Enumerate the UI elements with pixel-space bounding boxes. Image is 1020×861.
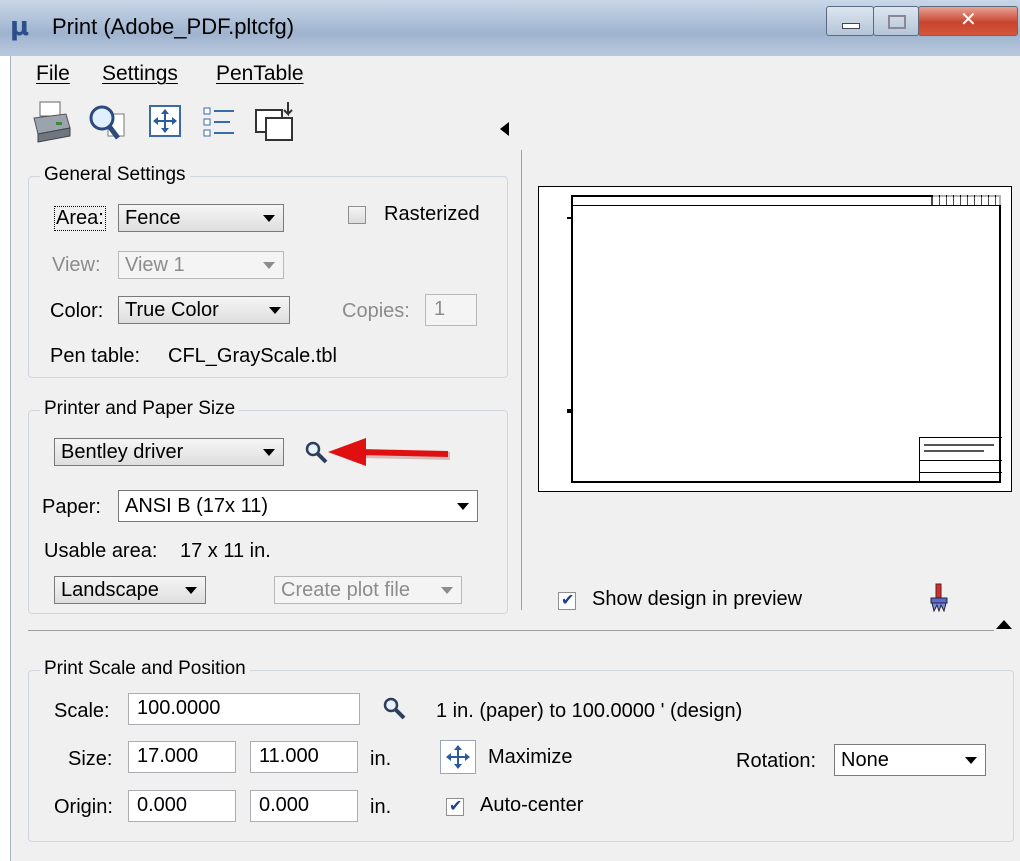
chevron-down-icon (263, 449, 275, 456)
sheet-inner-frame (571, 205, 1001, 206)
general-settings-legend: General Settings (40, 164, 190, 186)
copies-input[interactable]: 1 (425, 294, 477, 326)
chevron-down-icon (263, 262, 275, 269)
auto-center-checkbox[interactable] (446, 796, 464, 816)
chevron-down-icon (263, 215, 275, 222)
show-design-checkbox[interactable] (558, 590, 576, 610)
paper-label: Paper: (42, 496, 101, 518)
scale-search-icon[interactable] (382, 696, 408, 728)
maximize-label: Maximize (488, 746, 573, 768)
copy-window-icon[interactable] (254, 100, 294, 144)
menu-pentable[interactable]: PenTable (216, 62, 304, 86)
view-select: View 1 (118, 251, 284, 279)
title-block-top (931, 195, 1002, 205)
plot-file-value: Create plot file (281, 579, 410, 601)
orientation-value: Landscape (61, 579, 159, 601)
maximize-icon (446, 745, 470, 769)
maximize-window-icon (888, 15, 906, 29)
size-unit-label: in. (370, 748, 392, 770)
copies-label: Copies: (342, 300, 410, 322)
sheet-tick-left-2 (567, 409, 571, 413)
maximize-button[interactable] (440, 740, 476, 774)
minimize-button[interactable] (826, 6, 874, 36)
pen-table-value: CFL_GrayScale.tbl (168, 345, 337, 367)
rasterized-checkbox[interactable] (348, 206, 366, 224)
color-select-value: True Color (125, 299, 219, 321)
rotation-label: Rotation: (736, 750, 817, 772)
maximize-window-button[interactable] (873, 6, 919, 36)
title-block (919, 437, 1002, 482)
list-icon[interactable] (200, 100, 240, 144)
usable-area-value: 17 x 11 in. (180, 540, 271, 562)
sheet-tick-left-1 (567, 217, 571, 219)
scale-description: 1 in. (paper) to 100.0000 ' (design) (436, 700, 743, 722)
size-height-input[interactable]: 11.000 (250, 741, 358, 773)
color-label: Color: (50, 300, 104, 322)
close-button[interactable]: ✕ (918, 6, 1018, 36)
origin-x-input[interactable]: 0.000 (128, 790, 236, 822)
rasterized-label: Rasterized (384, 203, 480, 225)
plot-file-select: Create plot file (274, 576, 462, 604)
minimize-icon (842, 23, 860, 29)
show-design-label: Show design in preview (592, 588, 803, 610)
size-label: Size: (68, 748, 113, 770)
chevron-down-icon (965, 757, 977, 764)
preview-magnifier-icon[interactable] (86, 100, 126, 144)
menu-settings-label: Settings (102, 62, 178, 85)
collapse-up-icon[interactable] (996, 620, 1012, 629)
printer-icon[interactable] (30, 100, 71, 144)
origin-unit-label: in. (370, 796, 392, 818)
menu-settings[interactable]: Settings (102, 62, 178, 86)
scale-label: Scale: (54, 700, 110, 722)
menu-file-label: File (36, 62, 70, 85)
chevron-down-icon (441, 587, 453, 594)
origin-label: Origin: (54, 796, 113, 818)
origin-y-input[interactable]: 0.000 (250, 790, 358, 822)
brush-icon[interactable] (928, 582, 950, 618)
chevron-down-icon (185, 587, 197, 594)
size-width-input[interactable]: 17.000 (128, 741, 236, 773)
maximize-icon[interactable] (146, 100, 186, 144)
pen-table-label: Pen table: (50, 345, 141, 367)
horizontal-divider (28, 630, 994, 631)
vertical-divider (521, 150, 522, 610)
rotation-select[interactable]: None (834, 744, 986, 776)
preview-pane (538, 186, 1012, 492)
area-select-value: Fence (125, 207, 181, 229)
usable-area-label: Usable area: (44, 540, 158, 562)
close-icon: ✕ (960, 7, 977, 31)
printer-paper-legend: Printer and Paper Size (40, 398, 240, 420)
print-scale-legend: Print Scale and Position (40, 658, 250, 680)
chevron-down-icon (269, 307, 281, 314)
area-label: Area: (54, 206, 106, 231)
collapse-left-icon[interactable] (500, 122, 509, 136)
paper-select[interactable]: ANSI B (17x 11) (118, 490, 478, 522)
app-logo-icon: μ (10, 12, 30, 42)
auto-center-label: Auto-center (480, 794, 584, 816)
printer-driver-value: Bentley driver (61, 441, 184, 463)
annotation-arrow (326, 436, 456, 476)
view-label: View: (52, 254, 101, 276)
window-title: Print (Adobe_PDF.pltcfg) (52, 14, 295, 39)
printer-driver-select[interactable]: Bentley driver (54, 438, 284, 466)
area-select[interactable]: Fence (118, 204, 284, 232)
paper-select-value: ANSI B (17x 11) (125, 495, 269, 517)
rotation-value: None (841, 749, 889, 771)
chevron-down-icon (457, 503, 469, 510)
orientation-select[interactable]: Landscape (54, 576, 206, 604)
menu-pentable-label: PenTable (216, 62, 304, 85)
menu-file[interactable]: File (36, 62, 70, 86)
scale-input[interactable]: 100.0000 (128, 693, 360, 725)
view-select-value: View 1 (125, 254, 185, 276)
color-select[interactable]: True Color (118, 296, 290, 324)
